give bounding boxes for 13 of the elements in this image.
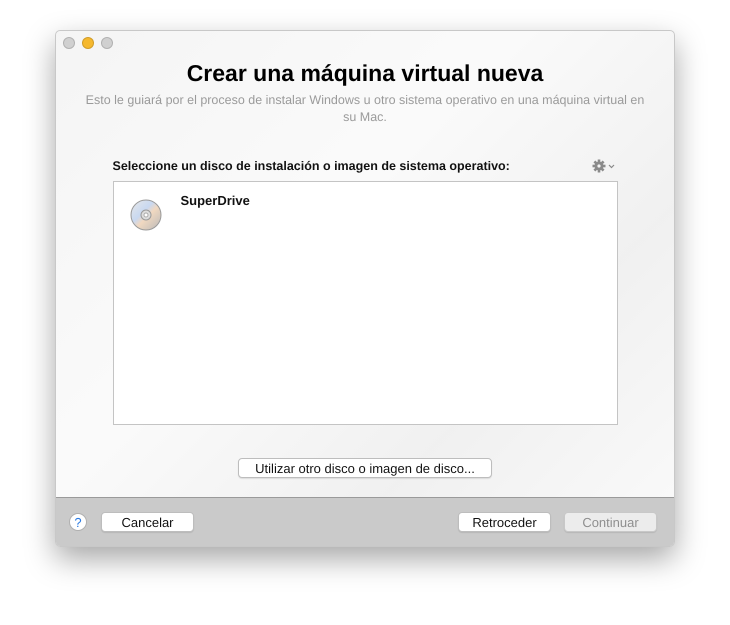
window-control-icon[interactable] (101, 37, 113, 49)
dialog-title: Crear una máquina virtual nueva (186, 60, 544, 87)
disc-item[interactable]: SuperDrive (130, 192, 604, 231)
dialog-subtitle: Esto le guiará por el proceso de instalar Windows u otro sistema operativo en una máquina virtual en su Mac. (84, 92, 646, 126)
footer-button[interactable]: Retroceder (458, 512, 551, 532)
window-control-icon[interactable] (82, 37, 94, 49)
other-disc-button[interactable]: Utilizar otro disco o imagen de disco... (238, 458, 492, 478)
list-label: Seleccione un disco de instalación o imagen de sistema operativo: (112, 159, 510, 173)
gear-menu-icon[interactable] (592, 159, 616, 173)
help-button[interactable]: ? (69, 513, 87, 531)
disc-icon (130, 199, 162, 231)
footer-button[interactable]: Cancelar (101, 512, 194, 532)
window-control-icon[interactable] (63, 37, 75, 49)
